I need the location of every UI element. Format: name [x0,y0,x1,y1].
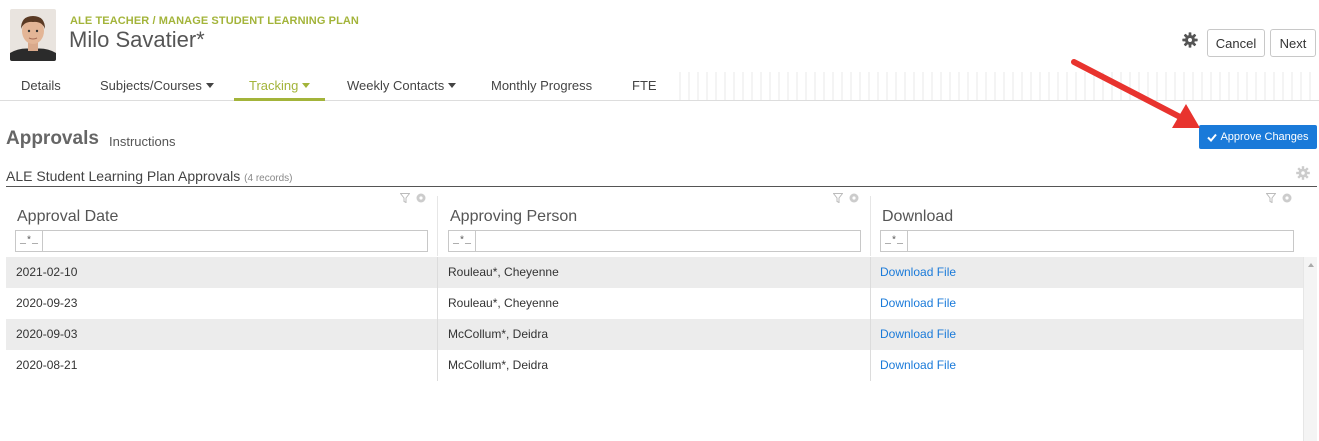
caret-down-icon [448,83,457,88]
cell-approval-date: 2020-09-03 [16,327,78,341]
column-label: Approval Date [17,208,119,225]
filter-operator[interactable]: _*_ [881,231,908,251]
record-count: (4 records) [244,173,293,184]
tab-subjects-courses[interactable]: Subjects/Courses [100,78,214,93]
filter-operator[interactable]: _*_ [16,231,43,251]
breadcrumb: ALE TEACHER / MANAGE STUDENT LEARNING PL… [70,15,359,27]
column-options-icon[interactable] [849,193,859,203]
column-label: Download [882,208,954,225]
section-title: Approvals [6,128,99,149]
tab-fte[interactable]: FTE [632,78,657,93]
table-row[interactable]: 2020-09-03 McCollum*, Deidra Download Fi… [6,319,1303,350]
tab-weekly-contacts[interactable]: Weekly Contacts [347,78,457,93]
cell-approval-date: 2020-08-21 [16,358,78,372]
table-row[interactable]: 2021-02-10 Rouleau*, Cheyenne Download F… [6,257,1303,288]
page-title: Milo Savatier* [69,27,205,52]
caret-down-icon [302,83,311,88]
filter-input-download[interactable]: _*_ [880,230,1294,252]
cell-approval-date: 2020-09-23 [16,296,78,310]
column-header-approval-date[interactable]: Approval Date _*_ [15,190,430,256]
download-file-link[interactable]: Download File [880,265,956,279]
table-row[interactable]: 2020-08-21 McCollum*, Deidra Download Fi… [6,350,1303,381]
checkmark-icon [1207,133,1218,142]
column-label: Approving Person [450,208,578,225]
tab-bar-filler [672,72,1317,100]
filter-icon[interactable] [1266,193,1276,203]
column-header-download[interactable]: Download _*_ [880,190,1296,256]
active-tab-indicator [234,98,325,101]
table-row[interactable]: 2020-09-23 Rouleau*, Cheyenne Download F… [6,288,1303,319]
filter-icon[interactable] [400,193,410,203]
grid-title: ALE Student Learning Plan Approvals (4 r… [6,168,293,184]
instructions-link[interactable]: Instructions [109,134,175,149]
download-file-link[interactable]: Download File [880,358,956,372]
cancel-button[interactable]: Cancel [1207,29,1265,57]
scroll-up-arrow-icon[interactable] [1308,263,1314,267]
download-file-link[interactable]: Download File [880,327,956,341]
cell-approving-person: Rouleau*, Cheyenne [448,265,559,279]
annotation-arrow-icon [1071,59,1200,128]
filter-input-approval-date[interactable]: _*_ [15,230,428,252]
filter-icon[interactable] [833,193,843,203]
cell-approving-person: Rouleau*, Cheyenne [448,296,559,310]
grid-header-rule [6,186,1317,187]
download-file-link[interactable]: Download File [880,296,956,310]
column-header-approving-person[interactable]: Approving Person _*_ [448,190,863,256]
column-divider [870,196,871,256]
gear-icon[interactable] [1181,31,1199,49]
cell-approving-person: McCollum*, Deidra [448,327,549,341]
column-divider [437,196,438,256]
filter-input-approving-person[interactable]: _*_ [448,230,861,252]
grid-scrollbar[interactable] [1303,257,1317,441]
tab-tracking[interactable]: Tracking [249,78,311,93]
approve-changes-button[interactable]: Approve Changes [1199,125,1317,149]
cell-approval-date: 2021-02-10 [16,265,78,279]
tab-monthly-progress[interactable]: Monthly Progress [491,78,592,93]
caret-down-icon [205,83,214,88]
column-options-icon[interactable] [1282,193,1292,203]
grid-settings-gear-icon[interactable] [1295,165,1311,181]
tab-details[interactable]: Details [21,78,61,93]
filter-operator[interactable]: _*_ [449,231,476,251]
next-button[interactable]: Next [1270,29,1316,57]
student-avatar [10,9,56,61]
cell-approving-person: McCollum*, Deidra [448,358,549,372]
column-options-icon[interactable] [416,193,426,203]
